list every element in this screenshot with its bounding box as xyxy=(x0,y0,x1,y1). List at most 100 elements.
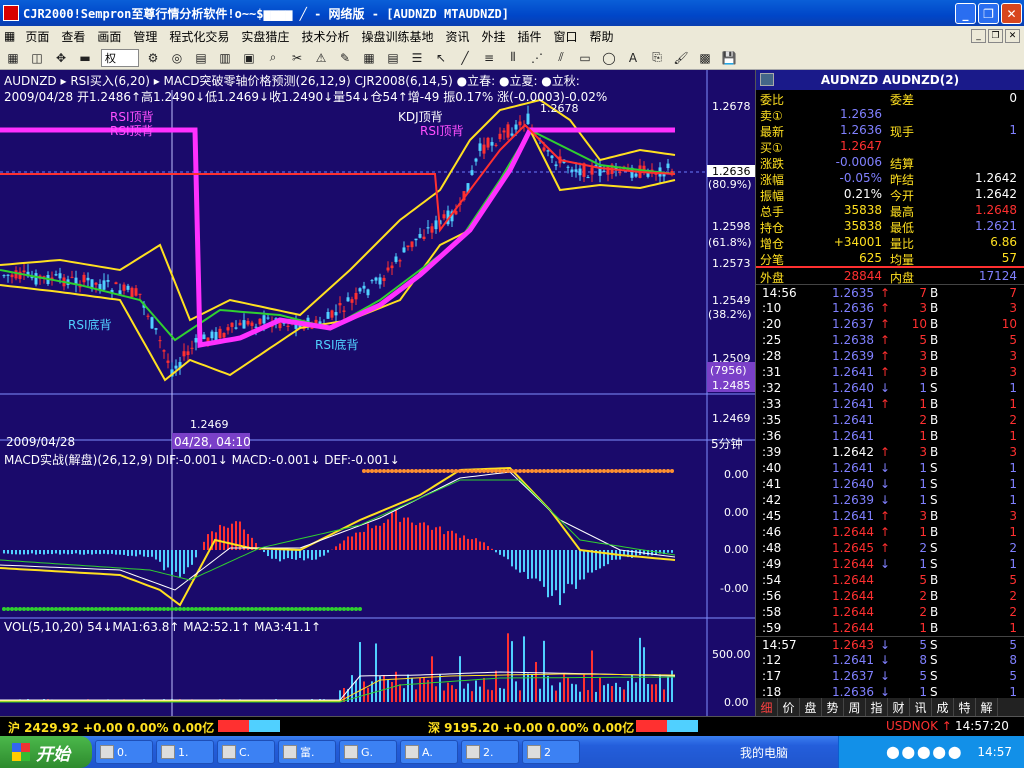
menu-item-tech-analysis[interactable]: 技术分析 xyxy=(295,28,355,45)
tick-row[interactable]: :48 1.2645 ↑ 2 S 2 xyxy=(756,540,1024,556)
table-icon[interactable]: ▤ xyxy=(382,48,404,68)
move-icon[interactable]: ✥ xyxy=(50,48,72,68)
chart-icon[interactable]: ▤ xyxy=(190,48,212,68)
menu-item-screen[interactable]: 画面 xyxy=(91,28,127,45)
menu-item-manage[interactable]: 管理 xyxy=(127,28,163,45)
tick-row[interactable]: 14:56 1.2635 ↑ 7 B 7 xyxy=(756,284,1024,300)
task-button[interactable]: 2. xyxy=(461,740,519,764)
menu-item-help[interactable]: 帮助 xyxy=(584,28,620,45)
channel-icon[interactable]: ⫽ xyxy=(550,48,572,68)
period-label[interactable]: 5分钟 xyxy=(711,435,743,452)
task-button[interactable]: 1. xyxy=(156,740,214,764)
menu-item-plugins-ext[interactable]: 外挂 xyxy=(475,28,511,45)
tray-icons[interactable]: ⬤⬤⬤⬤⬤ xyxy=(886,745,963,759)
tick-row[interactable]: :17 1.2637 ↓ 5 S 5 xyxy=(756,668,1024,684)
tick-row[interactable]: :40 1.2641 ↓ 1 S 1 xyxy=(756,460,1024,476)
chart-area[interactable]: AUDNZD ▸ RSI买入(6,20) ▸ MACD突破零轴价格预测(26,1… xyxy=(0,70,755,716)
tick-row[interactable]: :46 1.2644 ↑ 1 B 1 xyxy=(756,524,1024,540)
pointer-icon[interactable]: ↖ xyxy=(430,48,452,68)
menu-item-training[interactable]: 操盘训练基地 xyxy=(355,28,439,45)
tick-row[interactable]: :45 1.2641 ↑ 3 B 3 xyxy=(756,508,1024,524)
task-button[interactable]: 2 xyxy=(522,740,580,764)
brush-icon[interactable]: 🖌 xyxy=(670,48,692,68)
list-icon[interactable]: ☰ xyxy=(406,48,428,68)
book-icon[interactable]: ▥ xyxy=(214,48,236,68)
search-icon[interactable]: ⌕ xyxy=(262,48,284,68)
quote-tab[interactable]: 成 xyxy=(932,698,954,716)
task-button[interactable]: A. xyxy=(400,740,458,764)
tick-row[interactable]: :12 1.2641 ↓ 8 S 8 xyxy=(756,652,1024,668)
tick-row[interactable]: :28 1.2639 ↑ 3 B 3 xyxy=(756,348,1024,364)
panel-toggle-icon[interactable] xyxy=(760,73,774,86)
tick-row[interactable]: :41 1.2640 ↓ 1 S 1 xyxy=(756,476,1024,492)
tick-row[interactable]: :54 1.2644 5 B 5 xyxy=(756,572,1024,588)
tick-row[interactable]: :35 1.2641 2 B 2 xyxy=(756,412,1024,428)
maximize-button[interactable]: ❐ xyxy=(978,3,999,24)
minimize-button[interactable]: _ xyxy=(955,3,976,24)
tick-row[interactable]: :42 1.2639 ↓ 1 S 1 xyxy=(756,492,1024,508)
copy-icon[interactable]: ⎘ xyxy=(646,48,668,68)
task-button[interactable]: 富. xyxy=(278,740,336,764)
quote-tab[interactable]: 盘 xyxy=(800,698,822,716)
grid-icon[interactable]: ▦ xyxy=(2,48,24,68)
tick-row[interactable]: :36 1.2641 1 B 1 xyxy=(756,428,1024,444)
quote-tab[interactable]: 讯 xyxy=(910,698,932,716)
minus-icon[interactable]: ▬ xyxy=(74,48,96,68)
mdi-close-button[interactable]: ✕ xyxy=(1005,29,1020,43)
tick-row[interactable]: :59 1.2644 1 B 1 xyxy=(756,620,1024,636)
window-icon[interactable]: ▣ xyxy=(238,48,260,68)
quote-tab[interactable]: 指 xyxy=(866,698,888,716)
weight-select[interactable]: 权 xyxy=(101,48,139,67)
tick-row[interactable]: :31 1.2641 ↑ 3 B 3 xyxy=(756,364,1024,380)
quote-tab[interactable]: 财 xyxy=(888,698,910,716)
circles-icon[interactable]: ◎ xyxy=(166,48,188,68)
tick-row[interactable]: :20 1.2637 ↑ 10 B 10 xyxy=(756,316,1024,332)
menu-item-view[interactable]: 查看 xyxy=(55,28,91,45)
my-computer-label[interactable]: 我的电脑 xyxy=(740,744,788,761)
tick-row[interactable]: 14:57 1.2643 ↓ 5 S 5 xyxy=(756,636,1024,652)
mdi-restore-button[interactable]: ❐ xyxy=(988,29,1003,43)
rsi-icon[interactable]: ◫ xyxy=(26,48,48,68)
gear-icon[interactable]: ⚙ xyxy=(142,48,164,68)
tile-icon[interactable]: ▦ xyxy=(358,48,380,68)
tick-row[interactable]: :32 1.2640 ↓ 1 S 1 xyxy=(756,380,1024,396)
menu-item-plugins[interactable]: 插件 xyxy=(512,28,548,45)
quote-tab[interactable]: 周 xyxy=(844,698,866,716)
tick-row[interactable]: :25 1.2638 ↑ 5 B 5 xyxy=(756,332,1024,348)
tick-row[interactable]: :39 1.2642 ↑ 3 B 3 xyxy=(756,444,1024,460)
save-icon[interactable]: 💾 xyxy=(718,48,740,68)
task-button[interactable]: G. xyxy=(339,740,397,764)
task-button[interactable]: 0. xyxy=(95,740,153,764)
palette-icon[interactable]: ▩ xyxy=(694,48,716,68)
pencil-icon[interactable]: ✎ xyxy=(334,48,356,68)
fan-icon[interactable]: ⋰ xyxy=(526,48,548,68)
tick-row[interactable]: :58 1.2644 2 B 2 xyxy=(756,604,1024,620)
vlines-icon[interactable]: ⦀ xyxy=(502,48,524,68)
quote-tab[interactable]: 解 xyxy=(976,698,998,716)
mdi-minimize-button[interactable]: _ xyxy=(971,29,986,43)
menu-item-page[interactable]: 页面 xyxy=(19,28,55,45)
menu-item-program-trading[interactable]: 程式化交易 xyxy=(163,28,235,45)
ellipse-icon[interactable]: ◯ xyxy=(598,48,620,68)
start-button[interactable]: 开始 xyxy=(0,736,92,768)
quote-tab[interactable]: 价 xyxy=(778,698,800,716)
tick-row[interactable]: :49 1.2644 ↓ 1 S 1 xyxy=(756,556,1024,572)
tick-row[interactable]: :33 1.2641 ↑ 1 B 1 xyxy=(756,396,1024,412)
line-icon[interactable]: ╱ xyxy=(454,48,476,68)
quote-tab[interactable]: 势 xyxy=(822,698,844,716)
quote-tab[interactable]: 细 xyxy=(756,698,778,716)
rect-icon[interactable]: ▭ xyxy=(574,48,596,68)
menu-item-info[interactable]: 资讯 xyxy=(439,28,475,45)
tools-icon[interactable]: ✂ xyxy=(286,48,308,68)
tick-row[interactable]: :56 1.2644 2 B 2 xyxy=(756,588,1024,604)
text-icon[interactable]: A xyxy=(622,48,644,68)
quote-tab[interactable]: 特 xyxy=(954,698,976,716)
close-button[interactable]: ✕ xyxy=(1001,3,1022,24)
hline-icon[interactable]: ≡ xyxy=(478,48,500,68)
menu-item-window[interactable]: 窗口 xyxy=(548,28,584,45)
menu-item-hunt[interactable]: 实盘猎庄 xyxy=(235,28,295,45)
alert-icon[interactable]: ⚠ xyxy=(310,48,332,68)
task-button[interactable]: C. xyxy=(217,740,275,764)
menu-icon[interactable]: ▦ xyxy=(0,29,19,43)
tick-row[interactable]: :10 1.2636 ↑ 3 B 3 xyxy=(756,300,1024,316)
